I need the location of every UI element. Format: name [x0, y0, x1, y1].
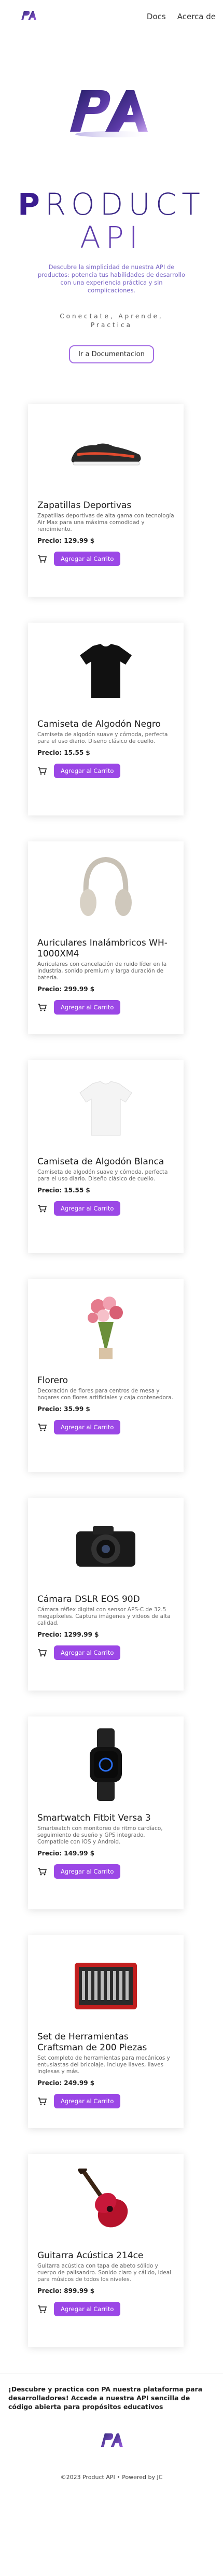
product-name: Camiseta de Algodón Negro: [37, 719, 161, 729]
product-price: Precio: 149.99 $: [37, 1850, 95, 1857]
product-image: [37, 632, 174, 710]
product-card: Auriculares Inalámbricos WH-1000XM4 Auric…: [28, 841, 184, 1034]
product-price: Precio: 35.99 $: [37, 1405, 90, 1413]
product-card: Guitarra Acústica 214ce Guitarra acústica…: [28, 2154, 184, 2347]
product-card: Smartwatch Fitbit Versa 3 Smartwatch con …: [28, 1716, 184, 1909]
cart-icon: [37, 1423, 47, 1431]
footer-cta: ¡Descubre y practica con PA nuestra plat…: [8, 2385, 203, 2411]
product-card: Camiseta de Algodón Blanca Camiseta de al…: [28, 1060, 184, 1253]
product-description: Cámara réflex digital con sensor APS-C d…: [37, 1607, 171, 1626]
product-price: Precio: 1299.99 $: [37, 1631, 99, 1638]
product-image: [37, 1726, 174, 1804]
add-to-cart-button[interactable]: Agregar al Carrito: [54, 764, 121, 778]
product-image: [37, 851, 174, 928]
product-image: [37, 1507, 174, 1585]
nav-link-docs[interactable]: Docs: [147, 12, 166, 21]
top-nav: Docs Acerca de: [0, 0, 223, 33]
product-description: Smartwatch con monitoreo de ritmo cardía…: [37, 1825, 163, 1845]
hero-tagline: Conectate, Aprende, Practica: [60, 313, 163, 329]
hero-logo: [65, 85, 158, 142]
add-to-cart-button[interactable]: Agregar al Carrito: [54, 2302, 121, 2316]
hero-title-first: P: [18, 187, 45, 222]
cart-icon: [37, 1649, 47, 1657]
cart-icon: [37, 2097, 47, 2105]
add-to-cart-button[interactable]: Agregar al Carrito: [54, 2094, 121, 2108]
product-card: Camiseta de Algodón Negro Camiseta de alg…: [28, 623, 184, 815]
product-image: [37, 1288, 174, 1366]
docs-button[interactable]: Ir a Documentacion: [69, 345, 154, 363]
hero-section: PRODUCT API Descubre la simplicidad de n…: [0, 33, 223, 363]
product-list: Zapatillas Deportivas Zapatillas deportiv…: [0, 404, 223, 2347]
add-to-cart-button[interactable]: Agregar al Carrito: [54, 1420, 121, 1434]
product-card: Cámara DSLR EOS 90D Cámara réflex digital…: [28, 1498, 184, 1691]
product-image: [37, 2163, 174, 2241]
product-description: Camiseta de algodón suave y cómoda, perf…: [37, 1169, 168, 1182]
cart-icon: [37, 1204, 47, 1213]
product-price: Precio: 15.55 $: [37, 749, 90, 756]
hero-title: PRODUCT API: [0, 188, 223, 254]
product-description: Camiseta de algodón suave y cómoda, perf…: [37, 731, 168, 744]
product-image: [37, 413, 174, 491]
product-description: Guitarra acústica con tapa de abeto sóli…: [37, 2263, 172, 2283]
footer-logo[interactable]: [8, 2432, 215, 2452]
cart-icon: [37, 767, 47, 775]
copyright: ©2023 Product API • Powered by JC: [60, 2474, 163, 2481]
product-price: Precio: 249.99 $: [37, 2079, 95, 2087]
product-description: Auriculares con cancelación de ruido líd…: [37, 961, 167, 981]
add-to-cart-button[interactable]: Agregar al Carrito: [54, 1000, 121, 1015]
product-price: Precio: 129.99 $: [37, 537, 95, 544]
product-description: Set completo de herramientas para mecáni…: [37, 2055, 170, 2075]
product-name: Set de Herramientas Craftsman de 200 Pie…: [37, 2032, 147, 2053]
hero-description: Descubre la simplicidad de nuestra API d…: [37, 263, 186, 294]
add-to-cart-button[interactable]: Agregar al Carrito: [54, 1645, 121, 1660]
product-card: Florero Decoración de flores para centros…: [28, 1279, 184, 1472]
cart-icon: [37, 2305, 47, 2313]
add-to-cart-button[interactable]: Agregar al Carrito: [54, 552, 121, 566]
product-description: Decoración de flores para centros de mes…: [37, 1388, 173, 1401]
product-image: [37, 1945, 174, 2022]
add-to-cart-button[interactable]: Agregar al Carrito: [54, 1201, 121, 1216]
product-name: Guitarra Acústica 214ce: [37, 2250, 144, 2261]
product-name: Cámara DSLR EOS 90D: [37, 1594, 140, 1604]
product-description: Zapatillas deportivas de alta gama con t…: [37, 513, 174, 532]
product-price: Precio: 299.99 $: [37, 986, 95, 993]
product-name: Camiseta de Algodón Blanca: [37, 1157, 164, 1167]
product-name: Zapatillas Deportivas: [37, 500, 132, 511]
hero-title-line2: API: [0, 221, 223, 254]
cart-icon: [37, 1867, 47, 1876]
nav-logo[interactable]: [20, 10, 37, 24]
product-card: Set de Herramientas Craftsman de 200 Pie…: [28, 1935, 184, 2128]
cart-icon: [37, 1003, 47, 1011]
cart-icon: [37, 555, 47, 563]
footer: ¡Descubre y practica con PA nuestra plat…: [0, 2373, 223, 2491]
product-name: Auriculares Inalámbricos WH-1000XM4: [37, 938, 168, 959]
hero-title-rest: RODUCT: [45, 187, 205, 222]
product-name: Smartwatch Fitbit Versa 3: [37, 1813, 151, 1823]
product-card: Zapatillas Deportivas Zapatillas deportiv…: [28, 404, 184, 597]
nav-link-about[interactable]: Acerca de: [177, 12, 216, 21]
product-name: Florero: [37, 1375, 68, 1386]
add-to-cart-button[interactable]: Agregar al Carrito: [54, 1864, 121, 1879]
product-image: [37, 1069, 174, 1147]
product-price: Precio: 15.55 $: [37, 1187, 90, 1194]
product-price: Precio: 899.99 $: [37, 2287, 95, 2295]
